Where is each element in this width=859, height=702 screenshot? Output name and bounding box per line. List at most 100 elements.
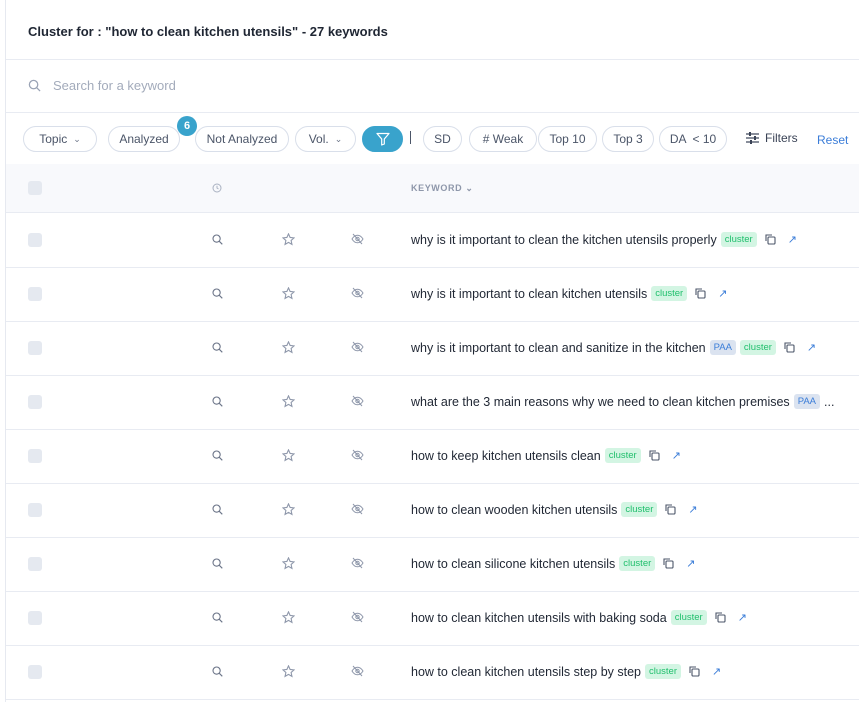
external-link-icon[interactable]: ↗ (788, 233, 797, 246)
external-link-icon[interactable]: ↗ (686, 557, 695, 570)
copy-icon (784, 342, 795, 353)
external-link-icon[interactable]: ↗ (688, 503, 697, 516)
table-row: how to keep kitchen utensils clean cluste… (6, 430, 859, 484)
star-icon[interactable] (282, 503, 295, 516)
external-link-icon[interactable]: ↗ (712, 665, 721, 678)
top10-label: Top 10 (549, 132, 586, 146)
keyword-text[interactable]: why is it important to clean the kitchen… (411, 233, 717, 247)
search-icon[interactable] (212, 396, 223, 407)
weak-label: # Weak (482, 132, 524, 146)
table-row: how to clean wooden kitchen utensils clus… (6, 484, 859, 538)
reset-link[interactable]: Reset (817, 133, 848, 147)
copy-button[interactable] (765, 234, 776, 245)
search-icon[interactable] (212, 504, 223, 515)
keyword-text[interactable]: how to clean silicone kitchen utensils (411, 557, 615, 571)
not-analyzed-filter[interactable]: Not Analyzed (195, 126, 289, 152)
eye-off-icon[interactable] (351, 665, 364, 677)
chevron-down-icon: ⌄ (334, 133, 343, 144)
select-all-checkbox[interactable] (28, 181, 42, 195)
search-icon[interactable] (212, 612, 223, 623)
keyword-text[interactable]: how to clean wooden kitchen utensils (411, 503, 617, 517)
star-icon[interactable] (282, 665, 295, 678)
search-icon[interactable] (212, 288, 223, 299)
eye-off-icon[interactable] (351, 449, 364, 461)
row-checkbox[interactable] (28, 611, 42, 625)
eye-off-icon[interactable] (351, 287, 364, 299)
keyword-column-header[interactable]: KEYWORD ⌄ (411, 183, 473, 194)
copy-button[interactable] (695, 288, 706, 299)
filters-button[interactable]: Filters (746, 131, 798, 145)
copy-button[interactable] (665, 504, 676, 515)
external-link-icon[interactable]: ↗ (738, 611, 747, 624)
copy-icon (715, 612, 726, 623)
table-row: how to clean kitchen utensils with bakin… (6, 592, 859, 646)
weak-filter[interactable]: # Weak (469, 126, 537, 152)
eye-off-icon[interactable] (351, 557, 364, 569)
eye-off-icon[interactable] (351, 395, 364, 407)
row-checkbox[interactable] (28, 341, 42, 355)
sd-filter[interactable]: SD (423, 126, 462, 152)
top3-label: Top 3 (613, 132, 643, 146)
external-link-icon[interactable]: ↗ (672, 449, 681, 462)
keyword-text[interactable]: how to clean kitchen utensils with bakin… (411, 611, 667, 625)
keyword-text[interactable]: what are the 3 main reasons why we need … (411, 395, 790, 409)
da-filter[interactable]: DA < 10 (659, 126, 727, 152)
volume-dropdown[interactable]: Vol. ⌄ (295, 126, 356, 152)
search-icon[interactable] (212, 234, 223, 245)
copy-button[interactable] (715, 612, 726, 623)
search-icon (28, 79, 41, 92)
table-header: KEYWORD ⌄ (6, 164, 859, 213)
row-checkbox[interactable] (28, 287, 42, 301)
chevron-down-icon: ⌄ (465, 183, 474, 193)
star-icon[interactable] (282, 449, 295, 462)
keyword-cell: why is it important to clean kitchen ute… (411, 286, 727, 301)
search-icon[interactable] (212, 558, 223, 569)
topic-dropdown[interactable]: Topic ⌄ (23, 126, 97, 152)
star-icon[interactable] (282, 287, 295, 300)
keyword-cell: why is it important to clean the kitchen… (411, 232, 797, 247)
copy-button[interactable] (784, 342, 795, 353)
search-input[interactable] (53, 78, 453, 93)
copy-button[interactable] (649, 450, 660, 461)
row-checkbox[interactable] (28, 557, 42, 571)
row-checkbox[interactable] (28, 395, 42, 409)
keyword-cell: how to clean silicone kitchen utensils cl… (411, 556, 695, 571)
row-checkbox[interactable] (28, 449, 42, 463)
keyword-text[interactable]: how to clean kitchen utensils step by st… (411, 665, 641, 679)
analyzed-filter[interactable]: Analyzed (108, 126, 180, 152)
star-icon[interactable] (282, 557, 295, 570)
page-title: Cluster for : "how to clean kitchen uten… (28, 24, 388, 39)
copy-button[interactable] (689, 666, 700, 677)
search-icon[interactable] (212, 342, 223, 353)
clock-icon (212, 183, 222, 193)
top10-filter[interactable]: Top 10 (538, 126, 597, 152)
search-icon[interactable] (212, 450, 223, 461)
keyword-text[interactable]: why is it important to clean kitchen ute… (411, 287, 647, 301)
star-icon[interactable] (282, 611, 295, 624)
external-link-icon[interactable]: ↗ (807, 341, 816, 354)
copy-icon (663, 558, 674, 569)
star-icon[interactable] (282, 341, 295, 354)
eye-off-icon[interactable] (351, 503, 364, 515)
row-checkbox[interactable] (28, 665, 42, 679)
external-link-icon[interactable]: ↗ (718, 287, 727, 300)
search-icon[interactable] (212, 666, 223, 677)
keyword-text[interactable]: how to keep kitchen utensils clean (411, 449, 601, 463)
funnel-filter-button[interactable] (362, 126, 403, 152)
copy-button[interactable] (663, 558, 674, 569)
row-checkbox[interactable] (28, 503, 42, 517)
eye-off-icon[interactable] (351, 611, 364, 623)
copy-icon (765, 234, 776, 245)
star-icon[interactable] (282, 233, 295, 246)
cluster-tag: cluster (670, 610, 707, 625)
star-icon[interactable] (282, 395, 295, 408)
copy-icon (695, 288, 706, 299)
top3-filter[interactable]: Top 3 (602, 126, 654, 152)
da-label: DA < 10 (669, 132, 717, 146)
row-checkbox[interactable] (28, 233, 42, 247)
keyword-text[interactable]: why is it important to clean and sanitiz… (411, 341, 706, 355)
eye-off-icon[interactable] (351, 233, 364, 245)
table-row: how to clean kitchen utensils step by st… (6, 646, 859, 700)
eye-off-icon[interactable] (351, 341, 364, 353)
cluster-tag: cluster (621, 502, 658, 517)
